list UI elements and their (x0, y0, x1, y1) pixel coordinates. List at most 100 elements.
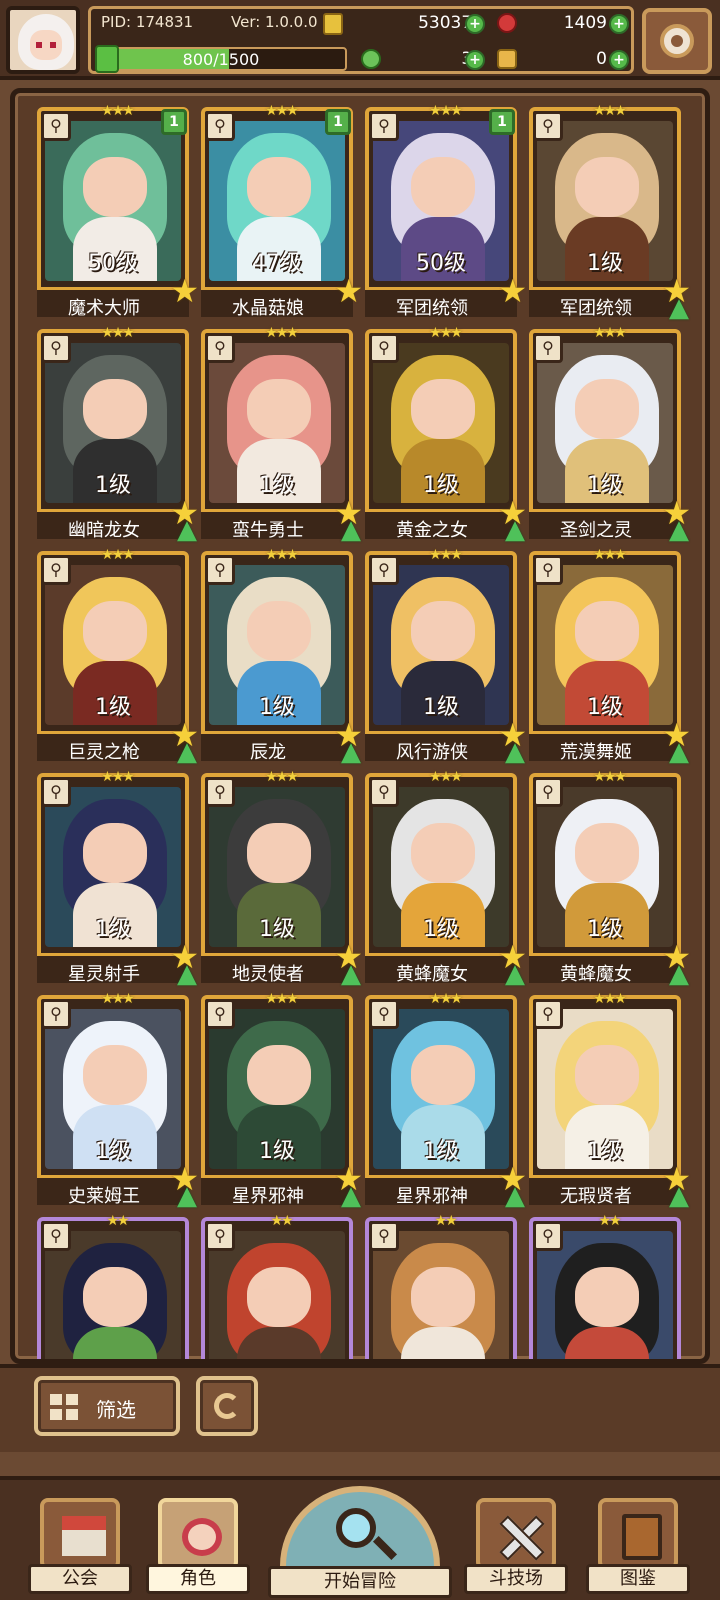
rarity-stars: ★★★ (265, 103, 299, 119)
character-card[interactable]: ⚲★★★ (201, 1213, 353, 1359)
weapon-type-icon: ⚲ (41, 555, 71, 585)
name-bar: 黄蜂魔女 (529, 953, 681, 985)
character-card[interactable]: ⚲★★★ (365, 1213, 517, 1359)
nav-arena[interactable]: 斗技场 (464, 1498, 568, 1598)
nav-adventure[interactable]: 开始冒险 (268, 1486, 452, 1600)
portrait-face (247, 157, 311, 217)
portrait-face (411, 823, 475, 883)
character-level: 50级 (88, 251, 138, 276)
rarity-stars: ★★★ (265, 325, 299, 341)
character-card[interactable]: ⚲ ★★★ 1级 蛮牛勇士 ★ ▲ (201, 325, 363, 543)
upgrade-arrow-icon: ▲ (341, 515, 361, 545)
weapon-type-icon: ⚲ (41, 777, 71, 807)
weapon-type-icon: ⚲ (369, 111, 399, 141)
filter-bar: 筛选 (0, 1364, 720, 1452)
nav-guild-label: 公会 (28, 1564, 132, 1594)
portrait-face (575, 823, 639, 883)
name-bar: 星界邪神 (365, 1175, 517, 1207)
portrait-face (411, 1267, 475, 1327)
character-card[interactable]: ⚲★★★ (529, 1213, 681, 1359)
character-level: 1级 (587, 695, 623, 720)
avatar-eye-left (36, 42, 42, 48)
character-name: 无瑕贤者 (560, 1186, 632, 1207)
character-card[interactable]: ⚲ ★★★ 1级 巨灵之枪 ★ ▲ (37, 547, 199, 765)
character-card[interactable]: ⚲ ★★★ 1 50级 军团统领 ★ (365, 103, 527, 319)
character-name: 幽暗龙女 (68, 520, 140, 541)
character-card[interactable]: ⚲ ★★★ 1 50级 魔术大师 ★ (37, 103, 199, 319)
character-board[interactable]: ⚲ ★★★ 1 50级 魔术大师 ★ ⚲ ★★★ 1 47级 水晶菇娘 ★ ⚲ ★★★ 1 50级 军团统领 ★ ⚲… (10, 88, 710, 1364)
character-card[interactable]: ⚲ ★★★ 1级 地灵使者 ★ ▲ (201, 769, 363, 987)
guild-house-icon (62, 1516, 106, 1556)
nav-codex[interactable]: 图鉴 (586, 1498, 690, 1598)
add-clover-button[interactable]: + (465, 50, 485, 70)
add-gold-button[interactable]: + (465, 14, 485, 34)
portrait-face (83, 157, 147, 217)
character-card[interactable]: ⚲ ★★★ 1级 无瑕贤者 ★ ▲ (529, 991, 691, 1209)
filter-label: 筛选 (96, 1398, 136, 1422)
name-bar: 魔术大师 (37, 287, 189, 319)
magnifier-icon (336, 1508, 376, 1548)
name-bar: 地灵使者 (201, 953, 353, 985)
weapon-type-icon: ⚲ (205, 1221, 235, 1251)
character-card[interactable]: ⚲ ★★★ 1级 星界邪神 ★ ▲ (201, 991, 363, 1209)
character-level: 1级 (587, 473, 623, 498)
character-card[interactable]: ⚲ ★★★ 1级 风行游侠 ★ ▲ (365, 547, 527, 765)
portrait-face (83, 1267, 147, 1327)
settings-button[interactable] (642, 8, 712, 74)
name-bar: 荒漠舞姬 (529, 731, 681, 763)
add-ruby-button[interactable]: + (609, 14, 629, 34)
character-name: 圣剑之灵 (560, 520, 632, 541)
filter-button[interactable]: 筛选 (34, 1376, 180, 1436)
character-name: 辰龙 (250, 742, 286, 763)
rarity-stars: ★★★ (429, 769, 463, 785)
name-bar: 军团统领 (529, 287, 681, 319)
portrait-face (83, 601, 147, 661)
nav-guild[interactable]: 公会 (28, 1498, 132, 1598)
character-card[interactable]: ⚲ ★★★ 1级 辰龙 ★ ▲ (201, 547, 363, 765)
character-name: 史莱姆王 (68, 1186, 140, 1207)
character-card[interactable]: ⚲ ★★★ 1级 黄金之女 ★ ▲ (365, 325, 527, 543)
character-card[interactable]: ⚲ ★★★ 1级 黄蜂魔女 ★ ▲ (365, 769, 527, 987)
character-level: 1级 (587, 251, 623, 276)
nav-characters[interactable]: 角色 (146, 1498, 250, 1598)
character-name: 蛮牛勇士 (232, 520, 304, 541)
add-key-button[interactable]: + (609, 50, 629, 70)
clover-icon (361, 49, 381, 69)
character-card[interactable]: ⚲ ★★★ 1级 幽暗龙女 ★ ▲ (37, 325, 199, 543)
ruby-amount: 1409 (563, 13, 607, 33)
character-card[interactable]: ⚲ ★★★ 1级 星界邪神 ★ ▲ (365, 991, 527, 1209)
rarity-stars: ★★★ (101, 103, 135, 119)
grid-icon (50, 1394, 78, 1420)
refresh-button[interactable] (196, 1376, 258, 1436)
character-card[interactable]: ⚲ ★★★ 1级 黄蜂魔女 ★ ▲ (529, 769, 691, 987)
character-card[interactable]: ⚲ ★★★ 1级 圣剑之灵 ★ ▲ (529, 325, 691, 543)
character-card[interactable]: ⚲★★★ (37, 1213, 189, 1359)
character-card[interactable]: ⚲ ★★★ 1级 军团统领 ★ ▲ (529, 103, 691, 321)
character-level: 1级 (95, 473, 131, 498)
character-card[interactable]: ⚲ ★★★ 1级 星灵射手 ★ ▲ (37, 769, 199, 987)
character-level: 1级 (95, 695, 131, 720)
weapon-type-icon: ⚲ (533, 111, 563, 141)
nav-arena-label: 斗技场 (464, 1564, 568, 1594)
portrait-face (411, 379, 475, 439)
character-card[interactable]: ⚲ ★★★ 1 47级 水晶菇娘 ★ (201, 103, 363, 319)
avatar-face (30, 30, 62, 60)
weapon-type-icon: ⚲ (369, 555, 399, 585)
weapon-type-icon: ⚲ (533, 555, 563, 585)
name-bar: 幽暗龙女 (37, 509, 189, 541)
rarity-stars: ★★★ (593, 103, 627, 119)
nav-characters-label: 角色 (146, 1564, 250, 1594)
codex-book-icon (622, 1514, 662, 1560)
upgrade-arrow-icon: ▲ (669, 293, 689, 323)
character-name: 军团统领 (560, 298, 632, 319)
rarity-stars: ★★★ (101, 547, 135, 563)
nav-guild-box (40, 1498, 120, 1570)
portrait-face (575, 157, 639, 217)
player-avatar[interactable] (6, 6, 80, 74)
character-card[interactable]: ⚲ ★★★ 1级 史莱姆王 ★ ▲ (37, 991, 199, 1209)
name-bar: 黄蜂魔女 (365, 953, 517, 985)
gold-coin-icon (323, 13, 343, 35)
key-amount: 0 (596, 49, 607, 69)
character-card[interactable]: ⚲ ★★★ 1级 荒漠舞姬 ★ ▲ (529, 547, 691, 765)
character-face-icon (182, 1518, 222, 1556)
